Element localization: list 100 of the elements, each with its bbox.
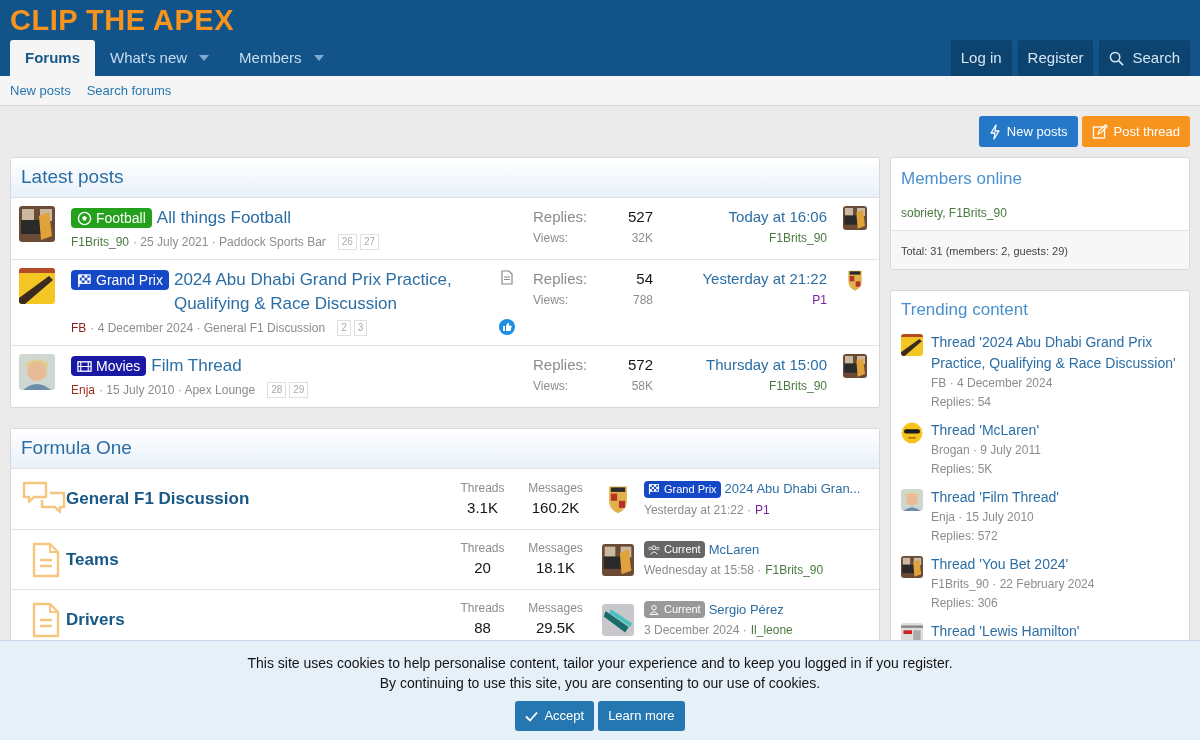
- prefix-label[interactable]: Current: [644, 541, 705, 558]
- check-icon: [525, 710, 539, 722]
- block-title: Members online: [901, 168, 1023, 190]
- stat-label: Views:: [533, 291, 570, 309]
- forum-title[interactable]: General F1 Discussion: [66, 486, 446, 512]
- author-link[interactable]: F1Brits_90: [71, 233, 130, 251]
- stat-value: 160.2K: [531, 497, 580, 518]
- subnav-link[interactable]: New posts: [10, 80, 71, 101]
- prefix-label[interactable]: Grand Prix: [644, 480, 721, 498]
- film-icon: [77, 358, 92, 374]
- block-title: Formula One: [21, 436, 132, 461]
- nav-button[interactable]: Log in: [950, 40, 1012, 76]
- stat-value: 88: [474, 618, 491, 639]
- flag-icon: [648, 483, 660, 495]
- thread-link[interactable]: Thread 'Film Thread': [931, 487, 1060, 508]
- edit-icon: [1091, 123, 1108, 140]
- reply-count: Replies: 54: [931, 394, 993, 411]
- thread-meta: · 15 July 2010 · Apex Lounge: [99, 382, 256, 399]
- thread-link[interactable]: Thread '2024 Abu Dhabi Grand Prix Practice, Qualifying & Race Discussion': [931, 332, 1179, 374]
- thread-title[interactable]: 2024 Abu Dhabi Grand Prix Practice, Qualifying & Race Discussion: [173, 268, 481, 316]
- reply-count: Replies: 5K: [931, 461, 994, 478]
- new-posts-button[interactable]: New posts: [978, 116, 1078, 147]
- thread-link[interactable]: Sergio Pérez: [708, 599, 784, 620]
- avatar: [602, 543, 634, 576]
- stat-label: Views:: [533, 377, 570, 395]
- flag-icon: [77, 272, 92, 288]
- person-icon: [648, 603, 660, 616]
- thread-link[interactable]: McLaren: [708, 539, 760, 560]
- stat-label: Messages: [528, 540, 583, 558]
- avatar: [19, 206, 55, 242]
- stat-label: Messages: [528, 479, 583, 497]
- avatar: [901, 422, 923, 444]
- search-button[interactable]: Search: [1099, 40, 1190, 76]
- author-link[interactable]: P1: [754, 500, 770, 519]
- thread-meta: · 25 July 2021 · Paddock Sports Bar: [133, 234, 326, 251]
- football-icon: [77, 210, 92, 226]
- search-icon: [1109, 50, 1125, 66]
- learn-more-button[interactable]: Learn more: [598, 701, 685, 731]
- avatar: [843, 206, 867, 230]
- avatar: [901, 556, 923, 578]
- author-link[interactable]: P1: [812, 290, 827, 309]
- nav-button[interactable]: Register: [1017, 40, 1094, 76]
- stat-value: 58K: [630, 377, 653, 395]
- last-post-time: Yesterday at 21:22 ·: [644, 501, 751, 519]
- thread-title[interactable]: Film Thread: [151, 354, 242, 378]
- author-link[interactable]: FB: [71, 319, 87, 337]
- last-post-time[interactable]: Yesterday at 21:22: [702, 268, 827, 291]
- prefix-label[interactable]: Movies: [71, 356, 147, 376]
- stat-value: 572: [626, 355, 653, 375]
- reply-count: Replies: 306: [931, 595, 999, 612]
- stat-value: 29.5K: [535, 618, 576, 639]
- thread-title[interactable]: All things Football: [156, 206, 291, 230]
- author-link[interactable]: F1Brits_90: [768, 228, 827, 247]
- stat-value: 18.1K: [535, 558, 576, 579]
- subnav-link[interactable]: Search forums: [86, 80, 172, 101]
- stat-label: Views:: [533, 229, 570, 247]
- author-link[interactable]: Il_leone: [750, 621, 793, 640]
- author-link[interactable]: Enja: [71, 381, 96, 399]
- reply-count: Replies: 572: [931, 528, 999, 545]
- group-icon: [648, 543, 660, 556]
- stat-value: 3.1K: [467, 497, 498, 518]
- site-logo[interactable]: CLIP THE APEX: [10, 5, 235, 35]
- author-link[interactable]: F1Brits_90: [765, 561, 824, 580]
- stat-value: 32K: [630, 229, 653, 247]
- thread-link[interactable]: Thread 'Lewis Hamilton': [931, 621, 1080, 642]
- last-post-time[interactable]: Thursday at 15:00: [706, 354, 827, 377]
- nav-tab[interactable]: Members: [224, 40, 339, 76]
- prefix-label[interactable]: Football: [71, 208, 152, 228]
- prefix-label[interactable]: Grand Prix: [71, 270, 169, 290]
- avatar: [901, 334, 923, 356]
- forum-title[interactable]: Teams: [66, 546, 446, 573]
- thread-link[interactable]: 2024 Abu Dhabi Gran...: [724, 479, 861, 499]
- stat-value: 20: [474, 558, 491, 579]
- block-title: Trending content: [901, 298, 1029, 321]
- accept-button[interactable]: Accept: [515, 701, 595, 731]
- author-link[interactable]: F1Brits_90: [768, 376, 827, 395]
- last-post-time[interactable]: Today at 16:06: [728, 206, 827, 229]
- stat-value: 54: [635, 269, 653, 289]
- lightning-icon: [988, 123, 1001, 140]
- avatar: [19, 354, 55, 390]
- thread-link[interactable]: Thread 'McLaren': [931, 420, 1041, 441]
- thread-meta: · 4 December 2024 · General F1 Discussion: [90, 320, 326, 337]
- thread-meta: Brogan · 9 July 2011: [931, 442, 1041, 459]
- avatar: [602, 603, 634, 636]
- forum-title[interactable]: Drivers: [66, 606, 446, 633]
- stat-label: Messages: [528, 600, 583, 618]
- nav-tab[interactable]: Forums: [10, 40, 95, 76]
- stat-value: 527: [626, 207, 653, 227]
- stat-label: Threads: [460, 600, 505, 618]
- stat-label: Threads: [460, 540, 505, 558]
- cookie-text: This site uses cookies to help personalise content, tailor your experience and to keep you logged in if you register.: [247, 654, 953, 673]
- block-title: Latest posts: [21, 165, 124, 190]
- avatar: [843, 354, 867, 378]
- avatar: [901, 489, 923, 511]
- nav-tab[interactable]: What's new: [95, 40, 225, 76]
- member-list: sobriety, F1Brits_90: [901, 203, 1179, 222]
- thread-meta: Enja · 15 July 2010: [931, 509, 1035, 526]
- thread-link[interactable]: Thread 'You Bet 2024': [931, 554, 1095, 575]
- stat-value: 788: [631, 291, 653, 309]
- thread-meta: F1Brits_90 · 22 February 2024: [931, 576, 1095, 593]
